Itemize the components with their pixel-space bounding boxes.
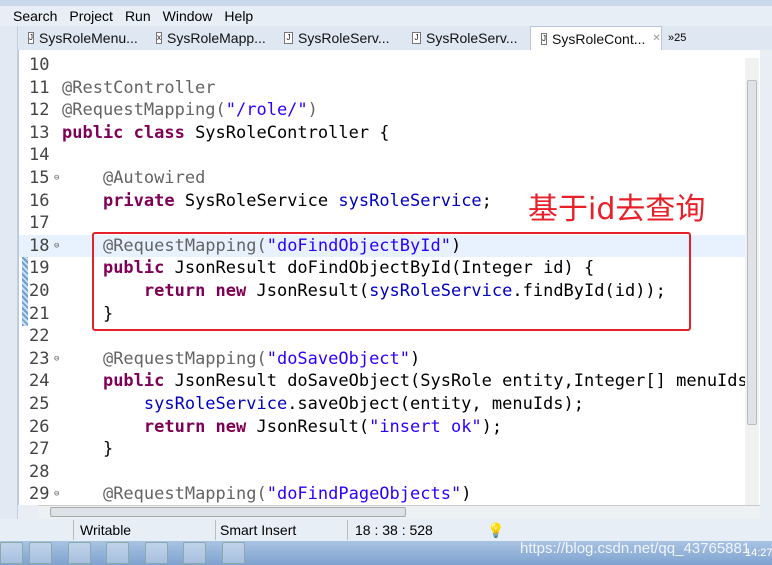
line-number: 20 — [29, 281, 50, 301]
menu-help[interactable]: Help — [223, 8, 254, 24]
code-text: sysRoleService.saveObject(entity, menuId… — [143, 394, 584, 414]
tab-label: SysRoleServ... — [426, 30, 518, 46]
editor-tab[interactable]: J SysRoleServ... — [402, 26, 530, 50]
line-number: 12 — [29, 100, 50, 121]
fold-icon[interactable]: ⊖ — [54, 167, 59, 189]
code-line: 13 public class SysRoleController { — [19, 122, 759, 144]
insert-mode-status: Smart Insert — [220, 522, 297, 538]
tab-label: SysRoleMapp... — [167, 30, 266, 46]
app-taskbar-icon[interactable] — [29, 542, 52, 564]
app-taskbar-icon[interactable] — [222, 542, 245, 564]
menu-bar: Search Project Run Window Help — [0, 6, 772, 26]
code-text: @RestController — [62, 77, 216, 98]
close-tab-icon[interactable]: ✕ — [652, 33, 660, 44]
menu-run[interactable]: Run — [124, 8, 152, 24]
line-number: 26 — [29, 416, 50, 437]
menu-window[interactable]: Window — [162, 8, 214, 24]
highlight-box — [92, 232, 691, 331]
code-text: @RequestMapping("doFindPageObjects") — [102, 484, 472, 505]
xml-file-icon: x — [156, 32, 162, 44]
tab-label: SysRoleMenu... — [39, 30, 138, 46]
code-text: return new JsonResult("insert ok"); — [143, 416, 503, 437]
code-line: 28 — [19, 461, 759, 483]
code-text: @RequestMapping("/role/") — [62, 100, 318, 121]
code-line: 24 public JsonResult doSaveObject(SysRol… — [19, 370, 759, 392]
code-text: } — [62, 439, 114, 460]
explorer-taskbar-icon[interactable] — [68, 542, 91, 564]
code-text: @Autowired — [102, 168, 206, 188]
vertical-scroll-thumb[interactable] — [747, 80, 757, 425]
editor-tab[interactable]: J SysRoleServ... — [274, 26, 402, 50]
editor-tab[interactable]: J SysRoleMenu... — [18, 26, 146, 50]
code-line: 12 @RequestMapping("/role/") — [19, 99, 759, 121]
editor-tab[interactable]: J SysRoleCont... ✕ — [530, 26, 662, 50]
line-number: 25 — [29, 394, 50, 414]
tab-label: SysRoleServ... — [298, 30, 390, 46]
editor-tabs: J SysRoleMenu... x SysRoleMapp... J SysRoleSe… — [18, 26, 772, 50]
code-line: 14 — [19, 144, 759, 166]
left-panel-collapsed — [0, 26, 18, 519]
line-number: 27 — [29, 439, 50, 460]
line-number: 28 — [29, 461, 50, 482]
line-number: 24 — [29, 371, 50, 392]
line-number: 11 — [29, 77, 50, 98]
wechat-taskbar-icon[interactable] — [183, 542, 206, 564]
fold-icon[interactable]: ⊖ — [54, 348, 59, 370]
annotation-note: 基于id去查询 — [528, 192, 706, 227]
line-number: 19 — [29, 258, 50, 279]
fold-icon[interactable]: ⊖ — [54, 235, 59, 257]
code-editor[interactable]: 10 11 @RestController 12 @RequestMapping("/r… — [18, 50, 760, 505]
code-text: public class SysRoleController { — [62, 122, 390, 143]
code-text: private SysRoleService sysRoleService; — [102, 190, 492, 211]
watermark: https://blog.csdn.net/qq_43765881 — [520, 540, 751, 557]
editor-tab[interactable]: x SysRoleMapp... — [146, 26, 274, 50]
code-line: 10 — [19, 54, 759, 76]
cursor-position: 18 : 38 : 528 — [355, 522, 433, 538]
writable-status: Writable — [80, 522, 132, 538]
code-line: 26 return new JsonResult("insert ok"); — [19, 416, 759, 438]
code-line: 29 ⊖ @RequestMapping("doFindPageObjects") — [19, 483, 759, 505]
app-taskbar-icon[interactable] — [145, 542, 168, 564]
app-taskbar-icon[interactable] — [106, 542, 129, 564]
status-bar: Writable Smart Insert 18 : 38 : 528 💡 — [0, 519, 772, 541]
line-number: 21 — [29, 303, 50, 324]
line-number: 22 — [29, 326, 50, 347]
code-text: @RequestMapping("doSaveObject") — [102, 348, 421, 369]
lightbulb-icon[interactable]: 💡 — [487, 522, 504, 539]
code-line: 23 ⊖ @RequestMapping("doSaveObject") — [19, 348, 759, 370]
cmd-taskbar-icon[interactable] — [0, 542, 23, 564]
clock: 14:27 — [745, 547, 772, 559]
menu-search[interactable]: Search — [12, 8, 58, 24]
tab-overflow-button[interactable]: »25 — [668, 32, 686, 44]
horizontal-scroll-thumb[interactable] — [50, 507, 406, 517]
line-number: 13 — [29, 122, 50, 143]
code-text: public JsonResult doSaveObject(SysRole e… — [102, 371, 748, 392]
menu-project[interactable]: Project — [68, 8, 114, 24]
java-file-icon: J — [28, 32, 34, 44]
line-number: 14 — [29, 145, 50, 166]
java-file-icon: J — [412, 32, 421, 44]
line-number: 16 — [29, 190, 50, 211]
code-line: 25 sysRoleService.saveObject(entity, men… — [19, 393, 759, 415]
line-number: 17 — [29, 213, 50, 234]
java-file-icon: J — [541, 32, 547, 45]
line-number: 10 — [29, 55, 50, 75]
fold-icon[interactable]: ⊖ — [54, 483, 59, 505]
java-file-icon: J — [284, 32, 293, 44]
tab-label: SysRoleCont... — [552, 30, 646, 47]
code-line: 27 } — [19, 438, 759, 460]
code-line: 11 @RestController — [19, 77, 759, 99]
